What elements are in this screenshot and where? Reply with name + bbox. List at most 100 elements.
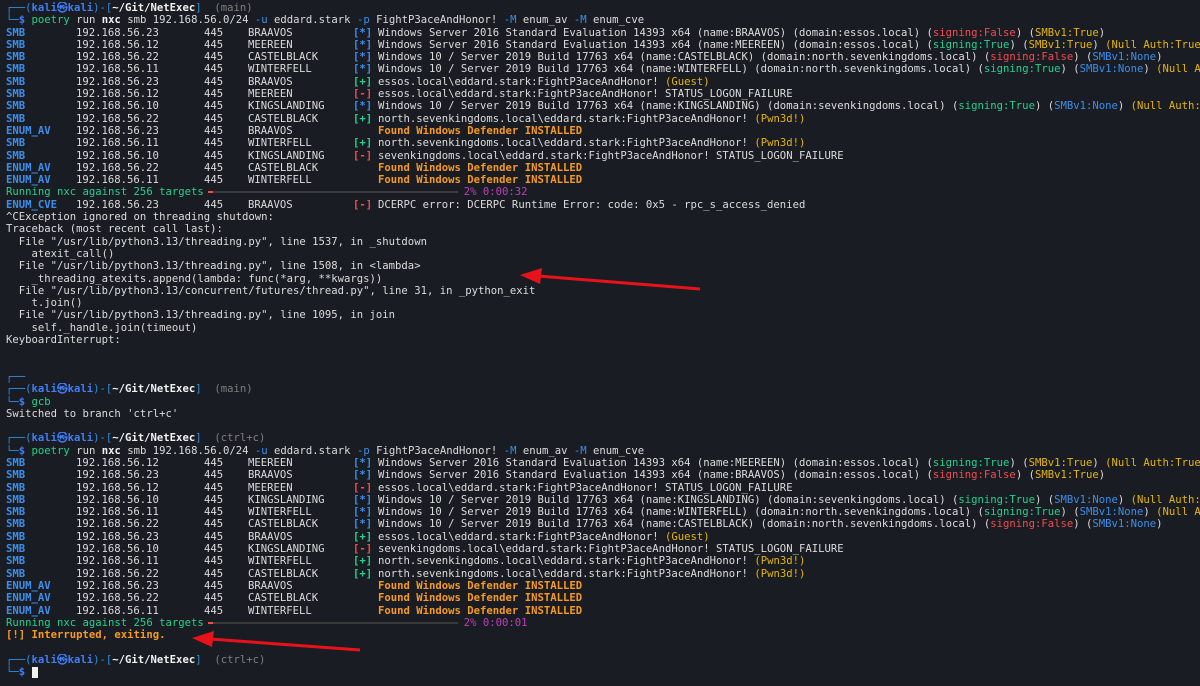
message-text: ) — [1092, 456, 1106, 469]
output-row: SMB 192.168.56.12 445 MEEREEN [*] Windows Ser… — [6, 457, 1200, 469]
prompt-residue: ┌── — [6, 371, 1200, 383]
output-row: SMB 192.168.56.12 445 MEEREEN [-] essos.local… — [6, 88, 1200, 100]
command-token: -p — [356, 444, 370, 457]
ip-address: 192.168.56.11 — [76, 63, 159, 76]
output-row: SMB 192.168.56.23 445 BRAAVOS [*] Windows Ser… — [6, 469, 1200, 481]
prompt-header: ┌──(kali㉿kali)-[~/Git/NetExec] (main) — [6, 2, 1200, 14]
command-token: smb — [127, 14, 147, 27]
message-text: Windows Server 2016 Standard Evaluation … — [378, 456, 933, 469]
prompt-frame-top: ┌──( — [6, 432, 32, 445]
prompt-frame-top: ┌──( — [6, 383, 32, 396]
message-text: north.sevenkingdoms.local\eddard.stark:F… — [378, 567, 755, 580]
hostname: CASTELBLACK — [248, 567, 319, 580]
status-flag: [-] — [353, 543, 373, 556]
port: 445 — [204, 493, 224, 506]
message-text: essos.local\eddard.stark:FightP3aceAndHo… — [378, 75, 666, 88]
message-text: Windows Server 2016 Standard Evaluation … — [378, 38, 933, 51]
prompt-dollar: $ — [18, 14, 32, 27]
output-row: SMB 192.168.56.11 445 WINTERFELL [*] Windows … — [6, 63, 1200, 75]
command-token: enum_cve — [593, 444, 645, 457]
protocol-label: SMB — [6, 26, 26, 39]
status-flag: [*] — [353, 100, 373, 113]
prompt-user: kali㉿kali — [31, 2, 94, 14]
message-text: SMBv1:True — [1034, 26, 1099, 39]
hostname: MEEREEN — [248, 38, 293, 51]
message-text: signing:True — [958, 100, 1035, 113]
message-text: sevenkingdoms.local\eddard.stark:FightP3… — [378, 149, 844, 162]
text-cursor[interactable] — [31, 666, 38, 678]
status-flag: [*] — [353, 493, 373, 506]
message-text: (Pwn3d!) — [754, 555, 806, 568]
port: 445 — [204, 579, 224, 592]
command-token: -M — [503, 14, 517, 27]
port: 445 — [204, 198, 224, 211]
message-text: signing:True — [983, 63, 1061, 76]
prompt-path: ~/Git/NetExec — [112, 653, 196, 666]
prompt-branch: (main) — [201, 2, 253, 14]
command-token: eddard.stark — [274, 444, 351, 457]
interrupt-line: [!] Interrupted, exiting. — [6, 629, 1200, 641]
port: 445 — [204, 75, 224, 88]
message-text: ) — [1098, 26, 1106, 39]
message-text: (Guest) — [665, 530, 710, 543]
prompt-user: kali㉿kali — [31, 653, 94, 666]
command-token: eddard.stark — [274, 14, 351, 27]
output-row: SMB 192.168.56.11 445 WINTERFELL [*] Windows … — [6, 506, 1200, 518]
ip-address: 192.168.56.12 — [76, 38, 159, 51]
message-text: SMBv1:True — [1028, 38, 1093, 51]
port: 445 — [204, 567, 224, 580]
command-line: └─$ gcb — [6, 396, 1200, 408]
message-text: ) ( — [1009, 38, 1029, 51]
progress-bar — [207, 191, 458, 194]
progress-fill — [207, 191, 213, 194]
command-line: └─$ — [6, 666, 1200, 678]
protocol-label: SMB — [6, 530, 26, 543]
prompt-path: ~/Git/NetExec — [112, 2, 196, 14]
port: 445 — [204, 555, 224, 568]
message-text: signing:True — [958, 493, 1035, 506]
output-row: SMB 192.168.56.22 445 CASTELBLACK [+] north.s… — [6, 568, 1200, 580]
prompt-header: ┌──(kali㉿kali)-[~/Git/NetExec] (ctrl+c) — [6, 432, 1200, 444]
command-line: └─$ poetry run nxc smb 192.168.56.0/24 -… — [6, 14, 1200, 26]
port: 445 — [204, 112, 224, 125]
hostname: MEEREEN — [248, 481, 293, 494]
message-text: Windows Server 2016 Standard Evaluation … — [378, 469, 933, 482]
message-text: ) ( — [1073, 51, 1093, 64]
prompt-frame-mid: )-[ — [93, 653, 113, 666]
prompt-frame-mid: )-[ — [93, 383, 113, 396]
traceback-line: _threading_atexits.append(lambda: func(*… — [6, 273, 1200, 285]
protocol-label: SMB — [6, 63, 26, 76]
message-text: Windows Server 2016 Standard Evaluation … — [378, 26, 933, 39]
traceback-line: File "/usr/lib/python3.13/threading.py",… — [6, 260, 1200, 272]
protocol-label: SMB — [6, 493, 26, 506]
hostname: BRAAVOS — [248, 579, 293, 592]
progress-time: 0:00:32 — [482, 186, 528, 199]
hostname: WINTERFELL — [248, 63, 312, 76]
output-row: ENUM_AV 192.168.56.11 445 WINTERFELL Found W… — [6, 174, 1200, 186]
protocol-label: ENUM_AV — [6, 579, 51, 592]
hostname: KINGSLANDING — [248, 543, 325, 556]
command-token: smb — [127, 444, 147, 457]
hostname: KINGSLANDING — [248, 493, 325, 506]
traceback-line: ^CException ignored on threading shutdow… — [6, 211, 1200, 223]
command-token: -p — [356, 14, 370, 27]
port: 445 — [204, 456, 224, 469]
command-token: run — [76, 444, 96, 457]
status-flag: [*] — [353, 38, 373, 51]
hostname: KINGSLANDING — [248, 100, 325, 113]
ip-address: 192.168.56.12 — [76, 481, 159, 494]
traceback-text: _threading_atexits.append(lambda: func(*… — [6, 272, 383, 285]
terminal-output[interactable]: ┌──(kali㉿kali)-[~/Git/NetExec] (main) └─$… — [6, 2, 1200, 678]
prompt-branch: (ctrl+c) — [201, 653, 266, 666]
prompt-frame-bottom: └─ — [6, 666, 19, 679]
hostname: WINTERFELL — [248, 174, 312, 187]
command-token: FightP3aceAndHonor! — [376, 444, 498, 457]
port: 445 — [204, 518, 224, 531]
message-text: (Guest) — [665, 75, 710, 88]
prompt-frame-top: ┌── — [6, 370, 26, 383]
output-row: ENUM_AV 192.168.56.22 445 CASTELBLACK Found … — [6, 592, 1200, 604]
command-token: -u — [254, 14, 268, 27]
message-text: Windows 10 / Server 2019 Build 17763 x64… — [378, 63, 984, 76]
progress-line: Running nxc against 256 targets 2% 0:00:0… — [6, 617, 1200, 629]
